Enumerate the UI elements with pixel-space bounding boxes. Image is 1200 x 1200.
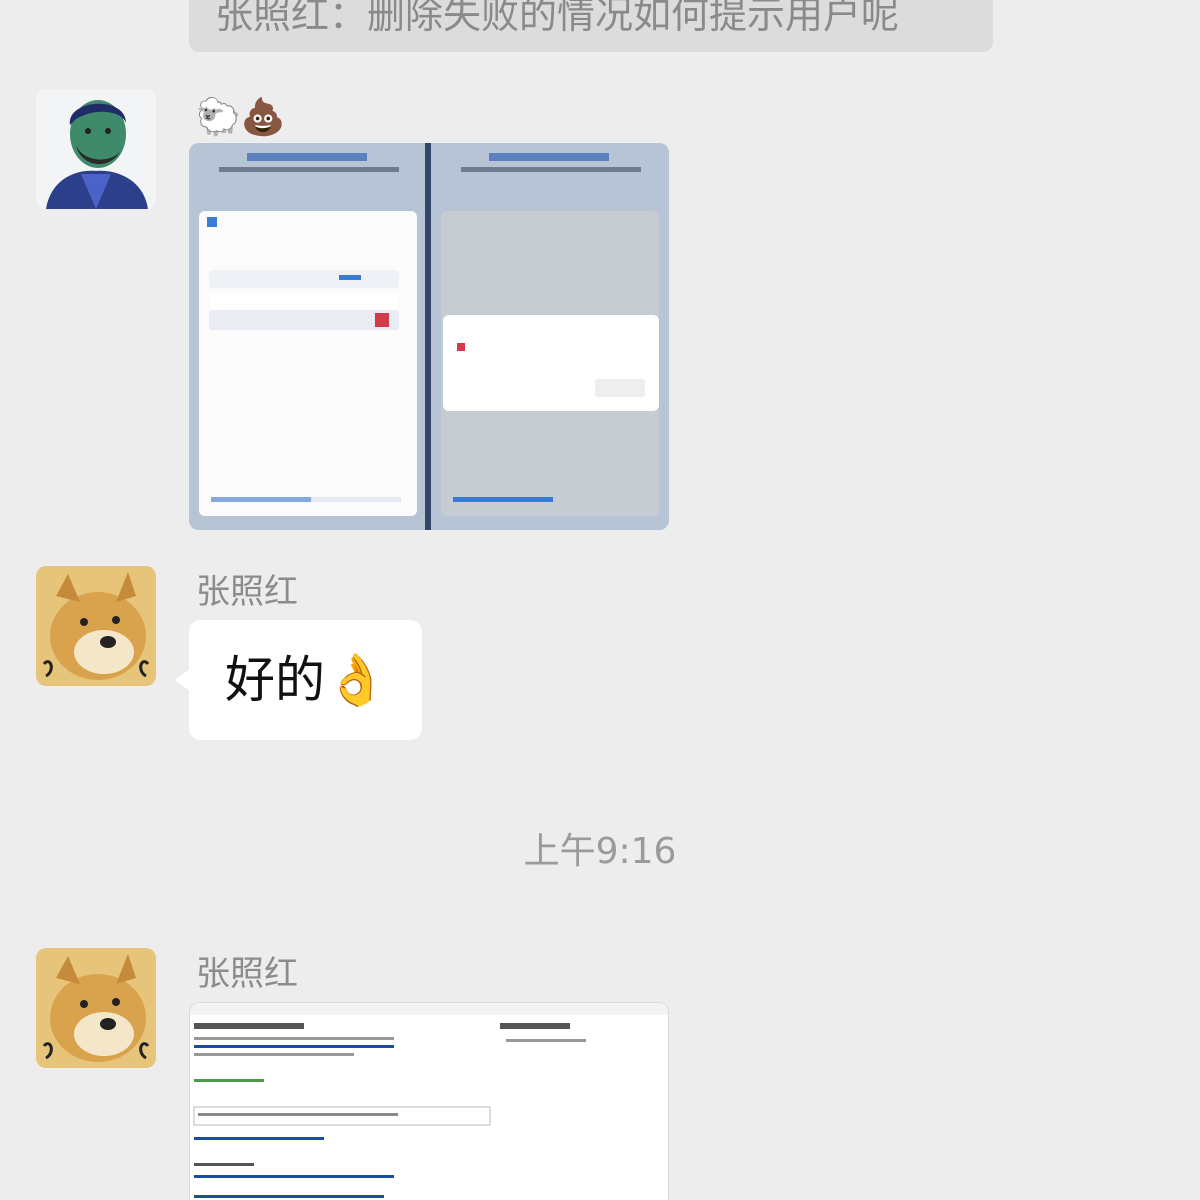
timestamp: 上午9:16 (523, 831, 677, 872)
avatar[interactable] (36, 566, 156, 686)
quoted-message[interactable]: 张照红：删除失败的情况如何提示用户呢 (189, 0, 993, 52)
man-avatar-icon (36, 89, 156, 209)
avatar[interactable] (36, 948, 156, 1068)
sender-name: 张照红 (196, 954, 298, 994)
doge-avatar-icon (36, 948, 156, 1068)
doge-avatar-icon (36, 566, 156, 686)
text-message-bubble[interactable]: 好的👌 (175, 620, 422, 740)
screenshot-image (190, 1003, 668, 1200)
sender-name: 张照红 (196, 572, 298, 612)
image-message-dialog-screenshot[interactable] (189, 143, 669, 530)
avatar[interactable] (36, 89, 156, 209)
emoji-message[interactable]: 🐑💩 (196, 96, 286, 140)
screenshot-image (189, 143, 669, 530)
image-message-webpage-screenshot[interactable] (189, 1002, 669, 1200)
